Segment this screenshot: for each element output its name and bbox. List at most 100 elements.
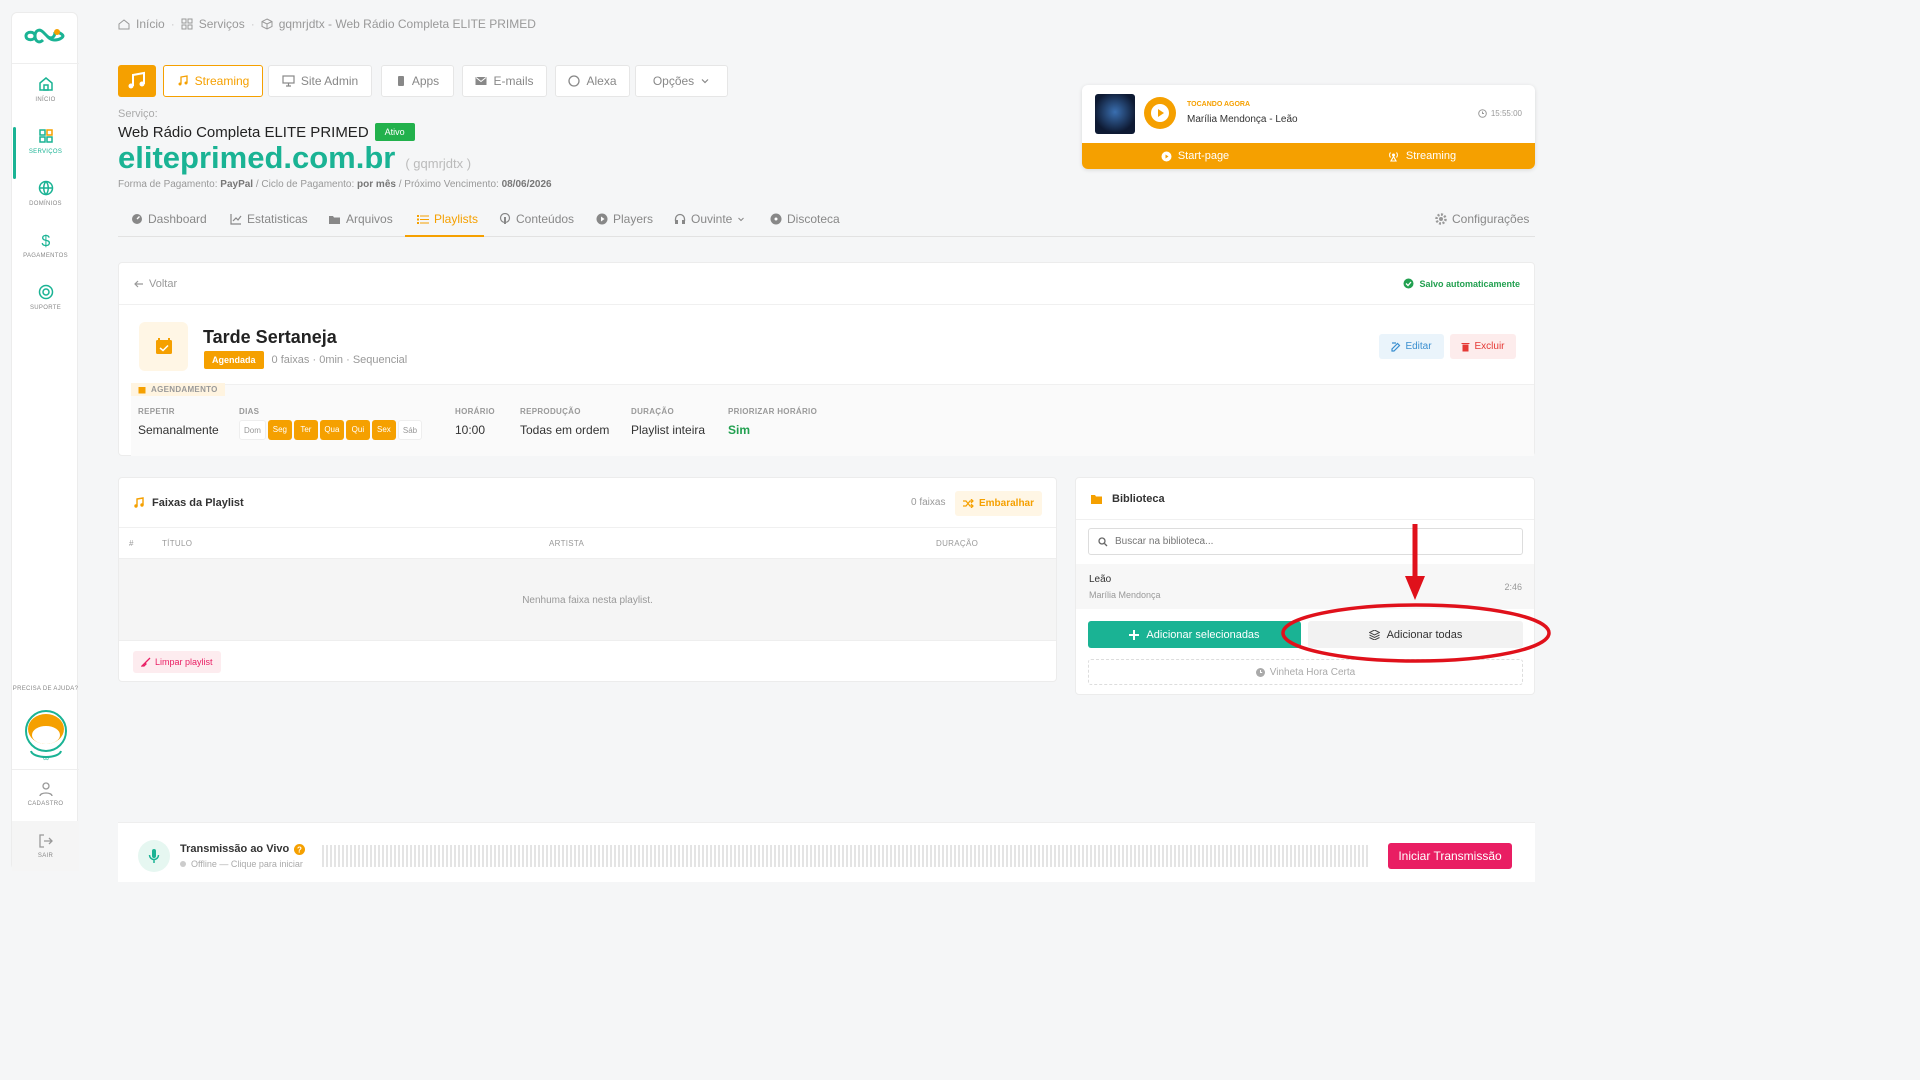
tab-opcoes[interactable]: Opções [635,65,728,97]
breadcrumb-inicio[interactable]: Início [136,17,165,31]
broadcast-icon [1389,151,1398,162]
tab-apps[interactable]: Apps [381,65,454,97]
nav-dominios[interactable]: DOMÍNIOS [12,179,79,207]
subtab-conteudos[interactable]: Conteúdos [499,212,574,226]
annotation-overlay [1281,524,1551,663]
shuffle-button[interactable]: Embaralhar [955,491,1042,516]
duration-label: DURAÇÃO [631,407,674,416]
start-broadcast-button[interactable]: Iniciar Transmissão [1388,843,1512,869]
home-icon [118,19,130,30]
headphones-icon [674,213,686,224]
schedule-badge: Agendada [204,351,264,369]
repeat-value: Semanalmente [138,423,219,437]
day-ter: Ter [293,420,318,440]
sidebar: INÍCIO SERVIÇOS DOMÍNIOS $ PAGAMENTOS SU… [11,12,79,871]
home-icon [38,77,53,91]
col-duration: DURAÇÃO [936,539,979,548]
nav-dominios-label: DOMÍNIOS [29,201,62,207]
day-seg: Seg [267,420,292,440]
play-button[interactable] [1144,97,1176,129]
tracks-card: Faixas da Playlist 0 faixas Embaralhar #… [118,477,1057,682]
mic-button[interactable] [138,840,170,872]
playlist-card: Voltar Salvo automaticamente Tarde Serta… [118,262,1535,456]
streaming-link[interactable]: Streaming [1308,150,1535,162]
nav-suporte[interactable]: SUPORTE [12,283,79,311]
playlist-meta: 0 faixas · 0min · Sequencial [271,354,408,366]
help-icon[interactable]: ? [294,843,306,855]
now-playing-widget: TOCANDO AGORA Marília Mendonça - Leão 15… [1082,85,1535,169]
clock-icon [1255,667,1265,677]
breadcrumb: Início · Serviços · gqmrjdtx - Web Rádio… [118,17,536,31]
subtab-ouvinte[interactable]: Ouvinte [674,212,745,226]
album-art [1095,94,1135,134]
tab-streaming[interactable]: Streaming [163,65,263,97]
annotation-ellipse [1281,603,1551,663]
nav-sair-label: SAIR [37,853,54,859]
subtab-discoteca[interactable]: Discoteca [770,212,840,226]
service-domain[interactable]: eliteprimed.com.br [118,140,395,176]
breadcrumb-servicos[interactable]: Serviços [199,17,245,31]
nav-cadastro[interactable]: CADASTRO [12,781,79,807]
nav-servicos[interactable]: SERVIÇOS [12,127,79,155]
lifebuoy-icon [38,284,53,300]
nav-pagamentos-label: PAGAMENTOS [23,253,68,259]
subtab-estatisticas-label: Estatisticas [247,212,308,226]
live-status: Offline — Clique para iniciar [191,859,303,869]
logo[interactable] [24,25,66,47]
tab-alexa-label: Alexa [586,74,617,88]
live-title: Transmissão ao Vivo [180,843,290,855]
back-button[interactable]: Voltar [134,278,177,290]
dollar-icon: $ [41,233,50,249]
days-list: Dom Seg Ter Qua Qui Sex Sáb [239,420,424,440]
service-label: Serviço: [118,108,158,120]
music-note-icon [134,497,144,508]
live-bar: Transmissão ao Vivo ? Offline — Clique p… [118,822,1535,882]
clock-icon [1478,109,1487,118]
podcast-icon [499,213,511,224]
now-playing-track: Marília Mendonça - Leão [1187,114,1298,125]
playlist-name: Tarde Sertaneja [203,327,337,347]
logout-icon [38,834,53,848]
nav-pagamentos[interactable]: $ PAGAMENTOS [12,231,79,259]
help-mascot[interactable]: ∞ [23,709,69,765]
subtab-discoteca-label: Discoteca [787,212,840,226]
gear-icon [1435,213,1447,225]
nav-sair[interactable]: SAIR [12,833,79,859]
nav-inicio[interactable]: INÍCIO [12,75,79,103]
subtab-dashboard[interactable]: Dashboard [131,212,207,226]
repro-value: Todas em ordem [520,423,610,437]
tab-site-admin[interactable]: Site Admin [268,65,372,97]
time-label: HORÁRIO [455,407,495,416]
startpage-link[interactable]: Start-page [1082,150,1308,162]
day-sab: Sáb [397,420,423,440]
music-tile[interactable] [118,65,156,97]
tab-alexa[interactable]: Alexa [555,65,630,97]
delete-button[interactable]: Excluir [1450,334,1516,359]
breadcrumb-current: gqmrjdtx - Web Rádio Completa ELITE PRIM… [278,17,536,31]
subtab-players-label: Players [613,212,654,226]
clear-playlist-button[interactable]: Limpar playlist [133,651,221,673]
nav-cadastro-label: CADASTRO [27,801,64,807]
subtab-estatisticas[interactable]: Estatisticas [230,212,308,226]
subtab-playlists-label: Playlists [434,212,479,226]
cycle-value: por mês [357,179,396,190]
subtab-playlists[interactable]: Playlists [417,212,478,226]
schedule-label: AGENDAMENTO [151,385,218,394]
settings-link[interactable]: Configurações [1435,212,1529,226]
subtab-dashboard-label: Dashboard [148,212,207,226]
empty-message: Nenhuma faixa nesta playlist. [522,595,653,606]
col-artist: ARTISTA [549,539,585,548]
grid-icon [181,18,193,30]
nav-suporte-label: SUPORTE [30,305,61,311]
due-label: / Próximo Vencimento: [398,179,499,190]
microphone-icon [148,849,160,863]
tab-emails[interactable]: E-mails [462,65,547,97]
subtab-arquivos[interactable]: Arquivos [328,212,393,226]
subtab-players[interactable]: Players [596,212,653,226]
subtab-conteudos-label: Conteúdos [516,212,575,226]
now-playing-time: 15:55:00 [1490,109,1522,118]
globe-icon [38,180,53,196]
edit-icon [1391,341,1401,352]
edit-button[interactable]: Editar [1379,334,1444,359]
chart-line-icon [230,214,242,225]
